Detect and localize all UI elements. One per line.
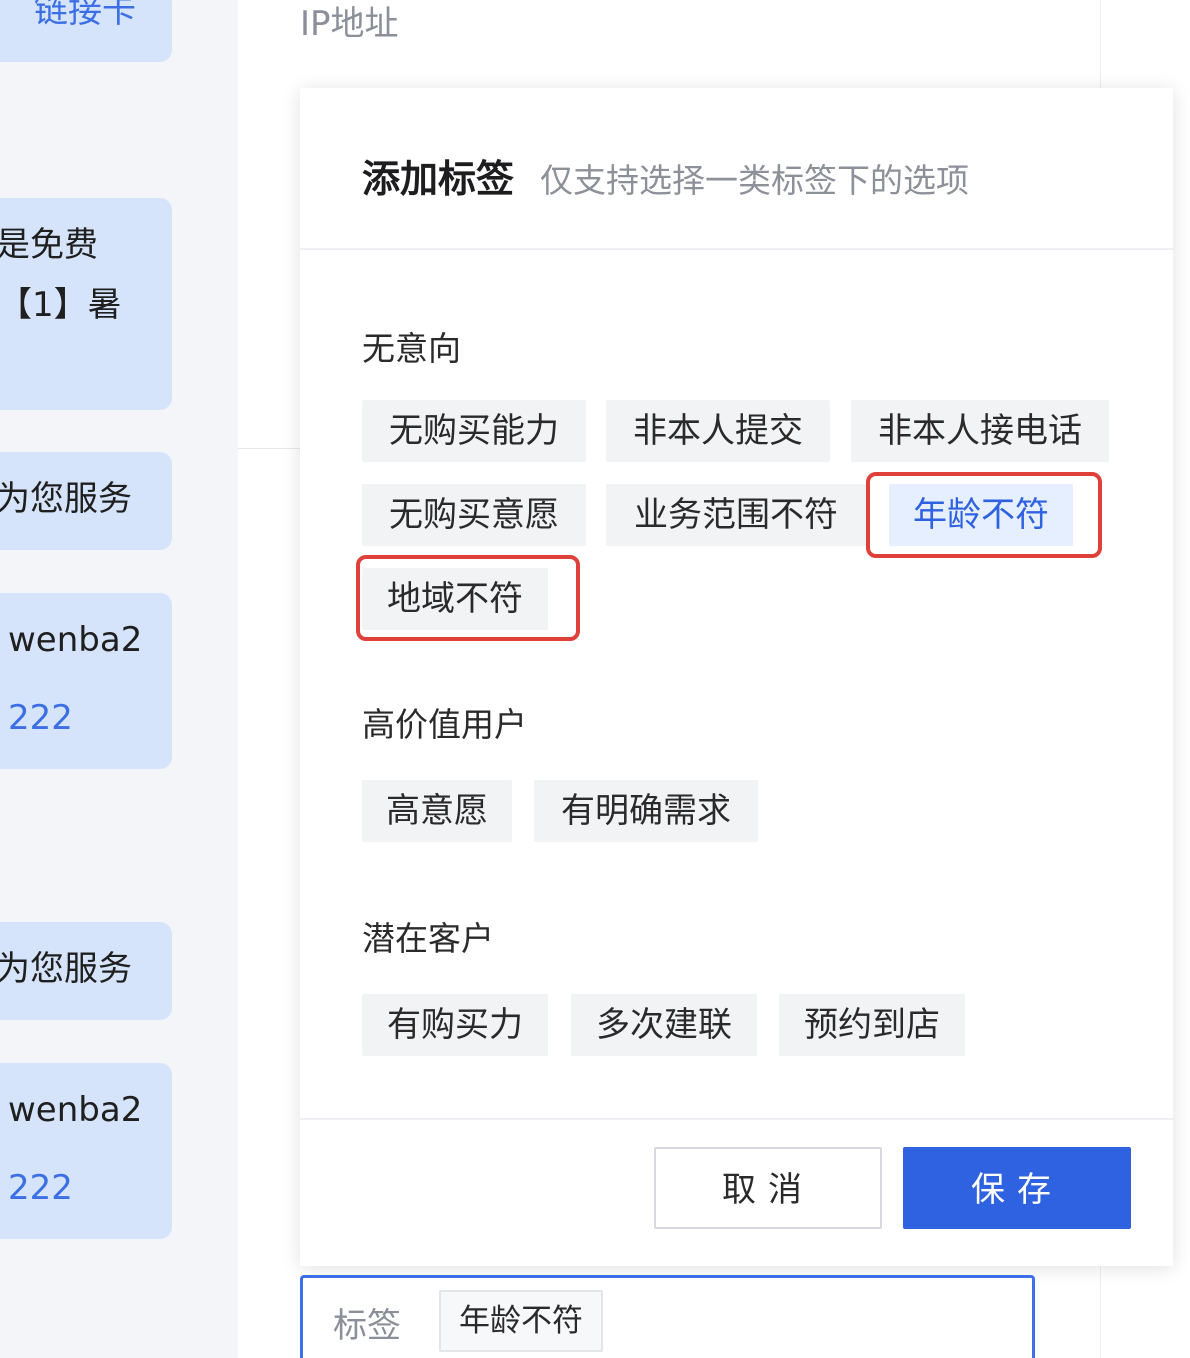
tag-chip[interactable]: 地域不符 bbox=[362, 568, 548, 630]
tag-chip[interactable]: 非本人接电话 bbox=[851, 400, 1109, 462]
chat-bubble[interactable]: 为您服务 bbox=[0, 452, 172, 550]
chat-bubble-text: 【1】暑 bbox=[0, 285, 122, 325]
chat-bubble[interactable]: 是免费 【1】暑 bbox=[0, 198, 172, 410]
dialog-title: 添加标签 bbox=[362, 157, 515, 201]
tag-chip[interactable]: 多次建联 bbox=[571, 994, 757, 1056]
chat-bubble-text: 链接卡 bbox=[34, 0, 136, 31]
chat-bubble[interactable]: wenba2 222 bbox=[0, 1063, 172, 1239]
chat-message-column: 链接卡 是免费 【1】暑 为您服务 wenba2 222 为您服务 wenba2… bbox=[0, 0, 238, 1358]
chat-bubble-text: 222 bbox=[8, 1168, 73, 1208]
tag-chip[interactable]: 非本人提交 bbox=[606, 400, 830, 462]
screen: 链接卡 是免费 【1】暑 为您服务 wenba2 222 为您服务 wenba2… bbox=[0, 0, 1190, 1358]
dialog-header: 添加标签 仅支持选择一类标签下的选项 bbox=[300, 88, 1173, 250]
chat-bubble-text: 222 bbox=[8, 698, 73, 738]
chat-bubble-text: 为您服务 bbox=[0, 949, 132, 989]
tag-chip[interactable]: 有购买力 bbox=[362, 994, 548, 1056]
tag-group-title: 无意向 bbox=[362, 329, 461, 368]
selected-tag-chip[interactable]: 年龄不符 bbox=[439, 1290, 603, 1352]
chat-bubble-text: wenba2 bbox=[8, 1090, 143, 1130]
chat-bubble[interactable]: 链接卡 bbox=[0, 0, 172, 62]
ip-address-label: IP地址 bbox=[300, 4, 399, 44]
tag-chip[interactable]: 高意愿 bbox=[362, 780, 512, 842]
dialog-subtitle: 仅支持选择一类标签下的选项 bbox=[540, 161, 969, 200]
chat-bubble-text: wenba2 bbox=[8, 620, 143, 660]
save-button[interactable]: 保存 bbox=[903, 1147, 1131, 1229]
tag-input-field[interactable]: 标签 年龄不符 bbox=[300, 1275, 1035, 1358]
tag-chip-selected[interactable]: 年龄不符 bbox=[889, 484, 1073, 546]
cancel-button[interactable]: 取消 bbox=[654, 1147, 882, 1229]
tag-chip[interactable]: 业务范围不符 bbox=[606, 484, 866, 546]
chat-bubble-text: 为您服务 bbox=[0, 479, 132, 519]
tag-field-label: 标签 bbox=[333, 1306, 401, 1346]
dialog-footer-divider bbox=[300, 1118, 1173, 1120]
tag-chip[interactable]: 有明确需求 bbox=[534, 780, 758, 842]
tag-group-title: 高价值用户 bbox=[362, 705, 527, 744]
tag-group-title: 潜在客户 bbox=[362, 919, 494, 958]
divider bbox=[238, 448, 300, 449]
tag-chip[interactable]: 无购买意愿 bbox=[362, 484, 586, 546]
chat-bubble-text: 是免费 bbox=[0, 225, 98, 265]
tag-chip[interactable]: 无购买能力 bbox=[362, 400, 586, 462]
chat-bubble[interactable]: 为您服务 bbox=[0, 922, 172, 1020]
chat-bubble[interactable]: wenba2 222 bbox=[0, 593, 172, 769]
add-tag-dialog: 添加标签 仅支持选择一类标签下的选项 无意向 无购买能力 非本人提交 非本人接电… bbox=[300, 88, 1173, 1266]
tag-chip[interactable]: 预约到店 bbox=[779, 994, 965, 1056]
